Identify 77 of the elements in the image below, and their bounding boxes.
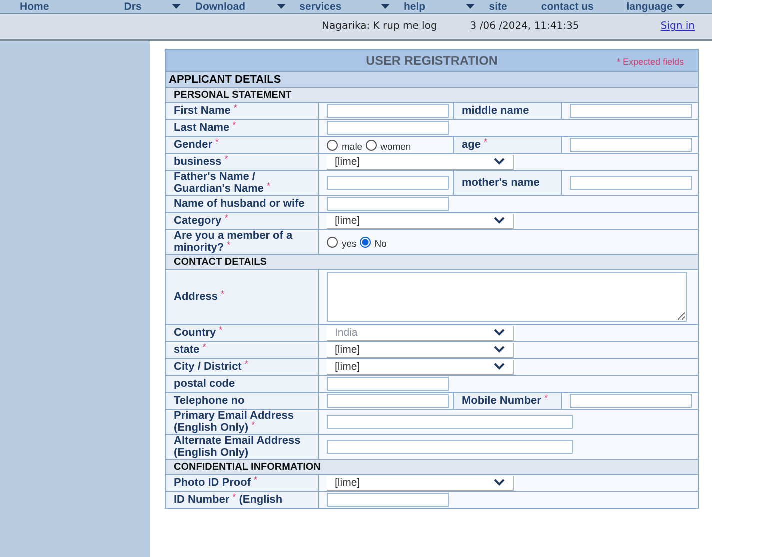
radio-button[interactable]: [327, 236, 338, 248]
caret-icon[interactable]: [380, 4, 390, 9]
text-field[interactable]: [327, 377, 449, 391]
section-heading: APPLICANT DETAILS: [166, 72, 698, 88]
field-label: Telephone no: [166, 392, 318, 410]
group-heading: CONTACT DETAILS: [166, 254, 698, 270]
field-label: Are you a member of a minority? $^{*}$: [166, 230, 318, 254]
nav-link[interactable]: Download: [195, 0, 246, 12]
group-heading: CONFIDENTIAL INFORMATION: [166, 460, 698, 474]
field-label: City / District $^{*}$: [166, 358, 318, 376]
field-label: Last Name $^{*}$: [166, 120, 318, 136]
radio-label: male: [342, 142, 363, 153]
required-legend: * Expected fields: [616, 57, 684, 67]
caret-icon[interactable]: [172, 4, 182, 9]
form-title: USER REGISTRATION: [366, 54, 498, 68]
group-heading: PERSONAL STATEMENT: [166, 88, 698, 102]
dropdown-select[interactable]: [lime]: [327, 154, 514, 170]
dropdown-select[interactable]: [lime]: [327, 476, 514, 490]
radio-button[interactable]: [327, 140, 338, 150]
field-label: Name of husband or wife: [166, 196, 318, 212]
field-label: Country $^{*}$: [166, 324, 318, 342]
text-field[interactable]: [327, 121, 449, 135]
text-field[interactable]: [570, 394, 692, 408]
field-label: Address $^{*}$: [166, 270, 318, 324]
caret-icon[interactable]: [676, 4, 685, 9]
dropdown-select[interactable]: [lime]: [327, 360, 514, 374]
email-field[interactable]: [327, 440, 573, 454]
chevron-down-icon: [494, 158, 505, 165]
field-label: Photo ID Proof $^{*}$: [166, 474, 318, 492]
text-field[interactable]: [570, 176, 692, 190]
text-field[interactable]: [327, 493, 449, 507]
field-label: postal code: [166, 376, 318, 392]
text-field[interactable]: [327, 197, 449, 211]
nav-link[interactable]: site: [489, 0, 508, 12]
text-field[interactable]: [327, 394, 449, 408]
radio-button[interactable]: [360, 236, 371, 248]
field-label: ID Number $^{*}$ (English: [166, 492, 318, 508]
field-label: age $^{*}$: [454, 136, 562, 154]
user-name: Nagarika: K rup me log: [322, 21, 438, 32]
text-field[interactable]: [327, 176, 449, 190]
field-label: mother's name: [454, 170, 562, 196]
chevron-down-icon: [494, 479, 505, 486]
chevron-down-icon: [494, 217, 505, 224]
field-label: Alternate Email Address (English Only): [166, 434, 318, 460]
nav-link[interactable]: Drs: [124, 0, 142, 12]
chevron-down-icon: [494, 363, 505, 370]
nav-link[interactable]: Home: [20, 0, 50, 12]
field-label: Gender $^{*}$: [166, 136, 318, 154]
field-label: middle name: [454, 102, 562, 120]
chevron-down-icon: [494, 346, 505, 353]
radio-label: No: [374, 239, 387, 250]
dropdown-select[interactable]: [lime]: [327, 214, 514, 228]
address-field[interactable]: [327, 272, 687, 322]
radio-label: women: [380, 142, 412, 153]
nav-link[interactable]: services: [300, 0, 342, 12]
radio-button[interactable]: [366, 140, 377, 150]
field-label: First Name $^{*}$: [166, 102, 318, 120]
field-label: state $^{*}$: [166, 342, 318, 358]
field-label: Primary Email Address (English Only) $^{*}$: [166, 410, 318, 434]
text-field[interactable]: [327, 104, 449, 118]
field-label: Mobile Number $^{*}$: [454, 392, 562, 410]
text-field[interactable]: [570, 138, 692, 152]
radio-label: yes: [342, 239, 357, 250]
nav-link[interactable]: help: [404, 0, 426, 12]
sign-in-link[interactable]: Sign in: [660, 21, 695, 32]
text-field[interactable]: [570, 104, 692, 118]
dropdown-select[interactable]: [lime]: [327, 342, 514, 358]
field-label: Father's Name / Guardian's Name $^{*}$: [166, 170, 318, 196]
caret-icon[interactable]: [276, 4, 286, 9]
caret-icon[interactable]: [466, 4, 476, 9]
chevron-down-icon: [494, 329, 505, 336]
nav-link[interactable]: language: [626, 0, 673, 12]
field-label: Category $^{*}$: [166, 212, 318, 230]
nav-link[interactable]: contact us: [541, 0, 594, 12]
date-time: 3 /06 /2024, 11:41:35: [470, 21, 580, 32]
field-label: business $^{*}$: [166, 154, 318, 170]
email-field[interactable]: [327, 415, 573, 429]
